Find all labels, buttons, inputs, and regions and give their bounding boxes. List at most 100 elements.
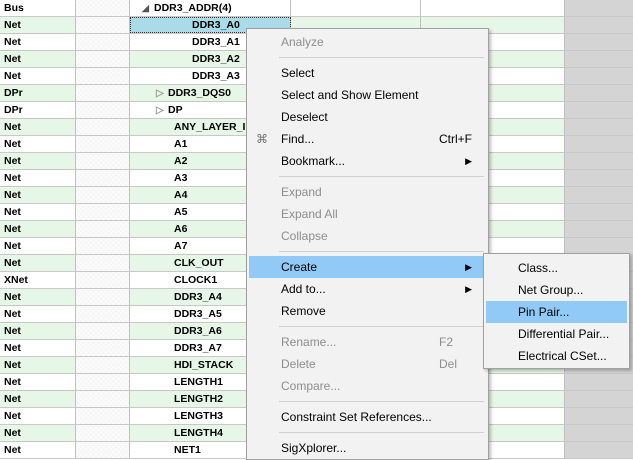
object-name-label: DP [168, 104, 183, 116]
menu-item-sigxplorer[interactable]: SigXplorer... [249, 437, 486, 459]
menu-item-analyze[interactable]: Analyze [249, 31, 486, 53]
object-name-label: A6 [174, 223, 188, 235]
menu-item-label: Compare... [281, 379, 341, 393]
hatched-cell [76, 442, 130, 458]
object-name-label: DDR3_A0 [192, 19, 240, 31]
collapsed-triangle-icon[interactable]: ▷ [156, 86, 168, 101]
menu-item-label: Delete [281, 357, 316, 371]
menu-item-add-to[interactable]: Add to... ▶ [249, 278, 486, 300]
menu-item-select-and-show-element[interactable]: Select and Show Element [249, 84, 486, 106]
context-menu: Analyze Select Select and Show Element Dese… [246, 28, 489, 460]
disabled-cell [565, 68, 633, 84]
menu-item-create[interactable]: Create ▶ [249, 256, 486, 278]
menu-item-select[interactable]: Select [249, 62, 486, 84]
object-name-label: DDR3_DQS0 [168, 87, 232, 99]
menu-item-label: Expand [281, 185, 322, 199]
menu-item-label: Select [281, 66, 315, 80]
object-name-label: LENGTH4 [174, 427, 224, 439]
object-name-label: NET1 [174, 444, 201, 456]
object-name-label: LENGTH1 [174, 376, 224, 388]
object-type-cell: Net [0, 119, 76, 135]
menu-item-constraint-set-references[interactable]: Constraint Set References... [249, 406, 486, 428]
menu-item-expand-all[interactable]: Expand All [249, 203, 486, 225]
object-type-cell: Net [0, 255, 76, 271]
menu-item-delete[interactable]: Delete Del [249, 353, 486, 375]
object-type-cell: Net [0, 187, 76, 203]
collapsed-triangle-icon[interactable]: ▷ [156, 103, 168, 118]
object-type-cell: Net [0, 68, 76, 84]
menu-item-label: SigXplorer... [281, 441, 347, 455]
submenu-item-class[interactable]: Class... [486, 257, 627, 279]
object-name-label: A2 [174, 155, 188, 167]
hatched-cell [76, 238, 130, 254]
object-type-cell: Net [0, 340, 76, 356]
submenu-item-electrical-cset[interactable]: Electrical CSet... [486, 345, 627, 367]
hatched-cell [76, 357, 130, 373]
empty-cell[interactable] [291, 0, 421, 16]
menu-item-label: Constraint Set References... [281, 410, 432, 424]
object-type-cell: Net [0, 153, 76, 169]
submenu-item-net-group[interactable]: Net Group... [486, 279, 627, 301]
hatched-cell [76, 374, 130, 390]
hatched-cell [76, 289, 130, 305]
disabled-cell [565, 34, 633, 50]
create-submenu: Class... Net Group... Pin Pair... Different… [483, 253, 630, 369]
menu-item-label: Find... [281, 132, 315, 146]
menu-separator [279, 326, 484, 327]
menu-item-shortcut: Del [439, 357, 458, 371]
object-name-label: DDR3_A3 [192, 70, 240, 82]
hatched-cell [76, 51, 130, 67]
object-name-label: CLOCK1 [174, 274, 218, 286]
menu-item-remove[interactable]: Remove [249, 300, 486, 322]
submenu-item-label: Net Group... [518, 283, 584, 297]
menu-item-compare[interactable]: Compare... [249, 375, 486, 397]
object-name-label: A3 [174, 172, 188, 184]
hatched-cell [76, 187, 130, 203]
submenu-item-differential-pair[interactable]: Differential Pair... [486, 323, 627, 345]
menu-item-expand[interactable]: Expand [249, 181, 486, 203]
object-type-cell: Net [0, 51, 76, 67]
object-type-cell: Net [0, 221, 76, 237]
menu-item-deselect[interactable]: Deselect [249, 106, 486, 128]
hatched-cell [76, 119, 130, 135]
disabled-cell [565, 442, 633, 458]
object-type-cell: Net [0, 289, 76, 305]
submenu-item-label: Class... [518, 261, 559, 275]
empty-cell[interactable] [421, 0, 565, 16]
hatched-cell [76, 136, 130, 152]
expanded-triangle-icon[interactable]: ◢ [142, 0, 154, 16]
disabled-cell [565, 51, 633, 67]
disabled-cell [565, 136, 633, 152]
disabled-cell [565, 391, 633, 407]
menu-item-find[interactable]: ⌘ Find... Ctrl+F [249, 128, 486, 150]
object-type-cell: Net [0, 391, 76, 407]
table-row[interactable]: Bus ◢ DDR3_ADDR(4) [0, 0, 633, 17]
disabled-cell [565, 0, 633, 16]
object-type-cell: Net [0, 442, 76, 458]
menu-item-label: Collapse [281, 229, 328, 243]
menu-item-rename[interactable]: Rename... F2 [249, 331, 486, 353]
disabled-cell [565, 17, 633, 33]
object-type-cell: Net [0, 204, 76, 220]
object-name-label: DDR3_A6 [174, 325, 222, 337]
menu-item-label: Create [281, 260, 318, 274]
disabled-cell [565, 425, 633, 441]
object-type-cell: Net [0, 408, 76, 424]
menu-item-label: Deselect [281, 110, 328, 124]
menu-separator [279, 251, 484, 252]
disabled-cell [565, 102, 633, 118]
object-type-cell: Net [0, 357, 76, 373]
menu-item-label: Select and Show Element [281, 88, 419, 102]
submenu-item-pin-pair[interactable]: Pin Pair... [486, 301, 627, 323]
submenu-item-label: Pin Pair... [518, 305, 570, 319]
hatched-cell [76, 391, 130, 407]
submenu-arrow-icon: ▶ [465, 284, 472, 294]
hatched-cell [76, 153, 130, 169]
object-type-cell: Net [0, 34, 76, 50]
menu-item-collapse[interactable]: Collapse [249, 225, 486, 247]
object-type-cell: Net [0, 136, 76, 152]
object-name-cell[interactable]: ◢ DDR3_ADDR(4) [130, 0, 291, 16]
hatched-cell [76, 85, 130, 101]
menu-item-bookmark[interactable]: Bookmark... ▶ [249, 150, 486, 172]
menu-item-label: Expand All [281, 207, 338, 221]
